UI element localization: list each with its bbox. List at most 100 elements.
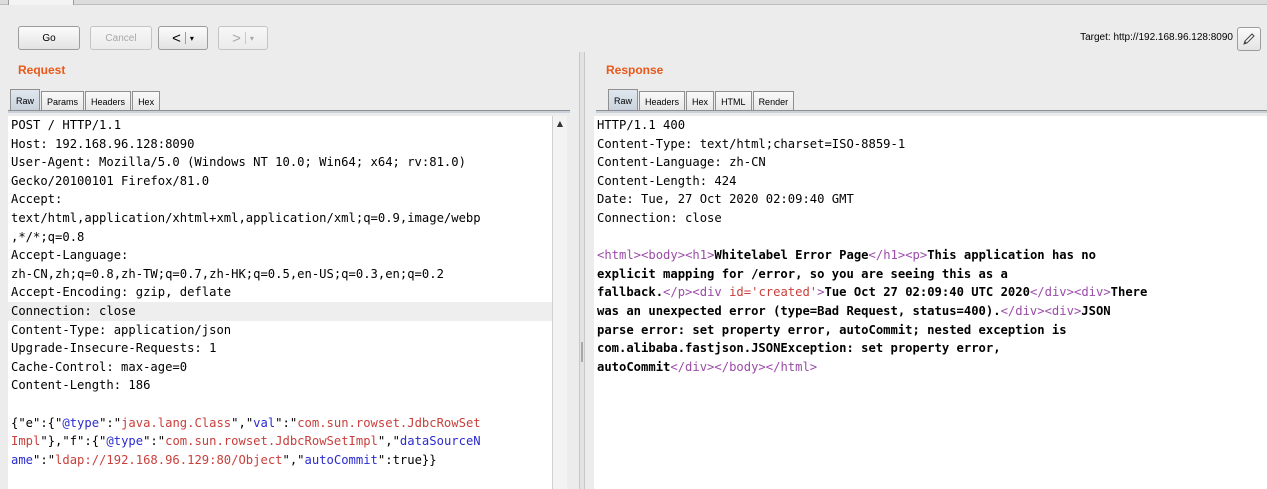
triangle-up-icon[interactable]: ▲ <box>553 116 567 130</box>
text-line: Gecko/20100101 Firefox/81.0 <box>11 173 210 188</box>
text-line: HTTP/1.1 400 <box>597 118 686 132</box>
text-segment: explicit mapping for /error, so you are … <box>597 266 1008 281</box>
response-tab-render[interactable]: Render <box>752 91 795 111</box>
text-segment: autoCommit <box>597 359 671 374</box>
text-segment: </html> <box>765 359 818 374</box>
text-line: autoCommit</div></body></html> <box>594 358 1267 377</box>
text-segment: fallback. <box>597 285 664 300</box>
text-line: POST / HTTP/1.1 <box>11 118 122 132</box>
text-segment: </p> <box>663 285 693 300</box>
response-tab-html[interactable]: HTML <box>715 91 752 111</box>
text-segment: com.sun.rowset.JdbcRowSetImpl <box>165 434 378 449</box>
text-segment: <h1> <box>685 248 715 263</box>
request-tab-raw[interactable]: Raw <box>10 89 41 111</box>
text-line: Connection: close <box>597 210 722 225</box>
text-segment: "," <box>231 415 254 430</box>
text-segment: ":" <box>143 434 166 449</box>
text-segment: </body> <box>714 359 766 374</box>
request-tab-headers[interactable]: Headers <box>85 91 132 111</box>
text-segment: > <box>817 285 825 300</box>
text-line: Content-Type: application/json <box>11 322 232 337</box>
edit-target-button[interactable] <box>1237 27 1261 51</box>
text-segment: val <box>253 415 276 430</box>
forward-button[interactable]: > ▾ <box>218 26 268 50</box>
text-line: Host: 192.168.96.128:8090 <box>11 136 195 151</box>
text-segment: ":" <box>33 452 56 467</box>
text-line: ,*/*;q=0.8 <box>11 229 85 244</box>
text-segment: @type <box>62 415 100 430</box>
top-tab-strip <box>0 0 1267 5</box>
text-segment: "},"f":{" <box>40 434 107 449</box>
text-segment: Tue Oct 27 02:09:40 UTC 2020 <box>824 285 1030 300</box>
request-tab-hex[interactable]: Hex <box>132 91 161 111</box>
text-line: Date: Tue, 27 Oct 2020 02:09:40 GMT <box>597 192 854 207</box>
text-segment: ame <box>11 452 34 467</box>
text-segment: <p> <box>905 248 928 263</box>
text-line: Impl"},"f":{"@type":"com.sun.rowset.Jdbc… <box>8 432 552 451</box>
text-line: fallback.</p><div id='created'>Tue Oct 2… <box>594 283 1267 302</box>
text-segment: <div <box>692 285 730 300</box>
cancel-button[interactable]: Cancel <box>90 26 152 50</box>
cancel-label: Cancel <box>105 32 137 44</box>
text-segment: id= <box>729 285 752 300</box>
dropdown-icon[interactable]: ▾ <box>190 34 194 43</box>
text-line: parse error: set property error, autoCom… <box>594 321 1267 340</box>
text-segment: </div> <box>1000 303 1045 318</box>
text-line: ame":"ldap://192.168.96.129:80/Object","… <box>8 451 552 470</box>
dropdown-icon[interactable]: ▾ <box>250 34 254 43</box>
text-line: Content-Language: zh-CN <box>597 155 766 170</box>
request-tab-params[interactable]: Params <box>41 91 85 111</box>
top-tab[interactable] <box>8 0 74 5</box>
go-label: Go <box>42 32 56 44</box>
text-segment: ":" <box>275 415 298 430</box>
text-line: Content-Length: 424 <box>597 173 737 188</box>
text-segment: parse error: set property error, autoCom… <box>597 322 1067 337</box>
button-separator <box>184 32 186 44</box>
text-segment: java.lang.Class <box>121 415 232 430</box>
response-tabs: Raw Headers Hex HTML Render <box>608 88 795 111</box>
text-segment: {"e":{" <box>11 415 63 430</box>
response-editor[interactable]: HTTP/1.1 400 Content-Type: text/html;char… <box>594 116 1267 489</box>
text-segment: com.alibaba.fastjson.JSONException: set … <box>597 341 1001 356</box>
response-tab-headers[interactable]: Headers <box>639 91 686 111</box>
request-tab-underline <box>8 110 570 113</box>
divider-grip[interactable] <box>581 342 583 362</box>
back-arrow-icon: < <box>172 29 181 47</box>
text-segment: Whitelabel Error Page <box>714 248 869 263</box>
request-tabs: Raw Params Headers Hex <box>10 88 161 111</box>
response-tab-hex[interactable]: Hex <box>686 91 715 111</box>
text-line: com.alibaba.fastjson.JSONException: set … <box>594 339 1267 358</box>
text-line: User-Agent: Mozilla/5.0 (Windows NT 10.0… <box>11 155 466 170</box>
text-segment: JSON <box>1081 303 1111 318</box>
text-line: Accept: <box>11 192 63 207</box>
text-segment: </div> <box>670 359 715 374</box>
text-segment: 'created' <box>751 285 818 300</box>
text-segment: </div> <box>1029 285 1074 300</box>
request-editor[interactable]: POST / HTTP/1.1 Host: 192.168.96.128:8090… <box>8 116 552 489</box>
split-pane-divider[interactable] <box>579 52 585 489</box>
text-segment: <body> <box>641 248 686 263</box>
text-segment: Impl <box>11 434 41 449</box>
text-segment: ":true}} <box>377 452 437 467</box>
back-button[interactable]: < ▾ <box>158 26 208 50</box>
text-segment: dataSourceN <box>399 434 481 449</box>
response-tab-raw[interactable]: Raw <box>608 89 639 111</box>
text-segment: <html> <box>597 248 642 263</box>
text-line: <html><body><h1>Whitelabel Error Page</h… <box>594 246 1267 265</box>
text-segment: @type <box>106 434 144 449</box>
text-segment: "," <box>282 452 305 467</box>
request-title: Request <box>18 63 66 77</box>
response-title: Response <box>606 63 664 77</box>
text-line: {"e":{"@type":"java.lang.Class","val":"c… <box>8 414 552 433</box>
response-tab-underline <box>596 110 1267 113</box>
request-scrollbar[interactable]: ▲ <box>552 116 567 489</box>
text-line: zh-CN,zh;q=0.8,zh-TW;q=0.7,zh-HK;q=0.5,e… <box>11 266 444 281</box>
text-line: Cache-Control: max-age=0 <box>11 359 188 374</box>
target-url: Target: http://192.168.96.128:8090 <box>1080 32 1233 43</box>
text-segment: There <box>1110 285 1148 300</box>
go-button[interactable]: Go <box>18 26 80 50</box>
button-separator <box>244 32 246 44</box>
text-segment: autoCommit <box>304 452 378 467</box>
